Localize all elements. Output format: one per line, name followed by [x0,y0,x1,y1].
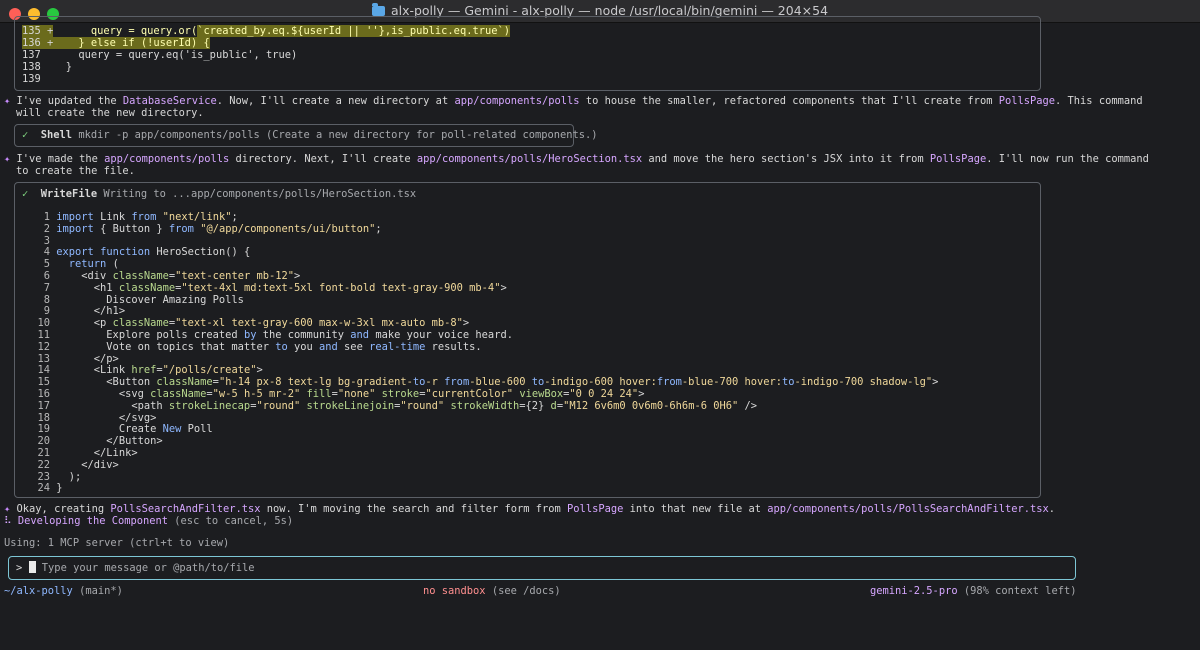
assistant-message-1: ✦ I've updated the DatabaseService. Now,… [4,95,1143,107]
line-number: 1 [43,211,50,223]
line-number: 2 [43,222,50,235]
line-number: 9 [43,305,50,318]
code-text: return ( [68,258,119,271]
spinner-icon: ⠧ [4,515,12,527]
line-number: 16 [37,388,50,400]
code-text: Explore polls created by the community a… [50,329,513,341]
code-line: 6 <div className="text-center mb-12"> [22,270,301,282]
diff-line-139: 139 [22,73,41,85]
footer-model: gemini-2.5-pro (98% context left) [870,585,1077,597]
code-text: <Link href="/polls/create"> [50,364,263,377]
code-line: 8 Discover Amazing Polls [22,294,244,306]
terminal-content[interactable]: 135 + query = query.or(`created_by.eq.${… [0,16,1200,650]
line-number: 15 [37,376,50,389]
line-number: 12 [37,340,50,353]
code-line: 23 ); [22,471,81,483]
code-text: </Link> [50,447,138,459]
code-text: </p> [50,352,119,365]
line-number: 22 [37,458,50,471]
code-line: 10 <p className="text-xl text-gray-600 m… [22,317,469,329]
code-text: Vote on topics that matter to you and se… [50,340,482,353]
code-text: <h1 className="text-4xl md:text-5xl font… [50,281,507,294]
line-number: 3 [43,234,50,247]
code-text: <path strokeLinecap="round" strokeLinejo… [50,399,758,412]
code-line: 12 Vote on topics that matter to you and… [22,340,482,353]
code-text: export function HeroSection() { [56,246,251,259]
code-line: 9 </h1> [22,305,125,317]
code-line: 14 <Link href="/polls/create"> [22,364,263,377]
line-number: 10 [37,317,50,330]
writefile-header: ✓ WriteFile Writing to ...app/components… [22,188,417,200]
code-line: 7 <h1 className="text-4xl md:text-5xl fo… [22,282,507,294]
code-line: 3 [22,235,56,247]
line-number: 11 [37,329,50,341]
code-text: <div className="text-center mb-12"> [50,270,301,282]
input-placeholder: Type your message or @path/to/file [41,562,255,574]
assistant-message-2: ✦ I've made the app/components/polls dir… [4,153,1149,165]
line-number: 17 [37,399,50,412]
code-line: 16 <svg className="w-5 h-5 mr-2" fill="n… [22,388,644,400]
footer-sandbox: no sandbox (see /docs) [423,585,561,597]
assistant-message-2-cont: to create the file. [16,165,135,177]
code-line: 22 </div> [22,458,119,471]
assistant-message-3: ✦ Okay, creating PollsSearchAndFilter.ts… [4,503,1056,515]
assistant-message-1-cont: will create the new directory. [16,107,204,119]
prompt-icon: > [16,562,23,574]
code-text: Create New Poll [50,423,213,436]
diff-line-136: 136 + } else if (!userId) { [22,37,210,49]
mcp-info: Using: 1 MCP server (ctrl+t to view) [4,537,230,549]
code-line: 5 return ( [22,258,119,270]
code-text: import Link from "next/link"; [56,211,238,223]
terminal-window: alx-polly — Gemini - alx-polly — node /u… [0,0,1200,650]
code-line: 20 </Button> [22,435,163,448]
diff-line-137: 137 query = query.eq('is_public', true) [22,49,298,61]
code-text: <Button className="h-14 px-8 text-lg bg-… [50,376,939,389]
line-number: 24 [37,482,50,495]
code-line: 19 Create New Poll [22,423,213,436]
code-text: } [50,482,63,495]
line-number: 8 [43,293,50,306]
code-text: <p className="text-xl text-gray-600 max-… [50,317,470,330]
check-icon: ✓ [22,188,29,200]
code-line: 24 } [22,482,63,495]
status-spinner: ⠧ Developing the Component (esc to cance… [4,515,294,527]
diff-line-138: 138 } [22,61,73,73]
check-icon: ✓ [22,129,29,141]
input-line[interactable]: > Type your message or @path/to/file [16,561,255,574]
line-number: 6 [43,270,50,282]
code-line: 1 import Link from "next/link"; [22,211,238,223]
code-text: </h1> [50,305,126,318]
code-text: </div> [50,458,119,471]
line-number: 21 [37,447,50,459]
footer-path: ~/alx-polly (main*) [4,585,123,597]
code-text: </svg> [50,411,157,424]
line-number: 18 [37,411,50,424]
code-text: <svg className="w-5 h-5 mr-2" fill="none… [50,388,645,400]
code-line: 2 import { Button } from "@/app/componen… [22,223,382,235]
diff-line-135: 135 + query = query.or(`created_by.eq.${… [22,25,510,37]
text-cursor [28,561,36,573]
code-text: Discover Amazing Polls [50,293,244,306]
line-number: 14 [37,364,50,377]
line-number: 7 [43,281,50,294]
line-number: 13 [37,352,50,365]
code-line: 4 export function HeroSection() { [22,246,250,258]
code-line: 13 </p> [22,352,119,365]
line-number: 4 [43,246,50,259]
code-line: 15 <Button className="h-14 px-8 text-lg … [22,376,938,388]
line-number: 20 [37,435,50,448]
code-text: </Button> [50,435,163,448]
code-line: 21 </Link> [22,447,138,459]
shell-tool-line: ✓ Shell mkdir -p app/components/polls (C… [22,129,598,141]
code-line: 11 Explore polls created by the communit… [22,329,513,341]
code-text: ); [50,470,82,483]
line-number: 5 [43,258,50,271]
code-line: 18 </svg> [22,412,156,424]
code-line: 17 <path strokeLinecap="round" strokeLin… [22,400,757,412]
line-number: 23 [37,470,50,483]
folder-icon [371,3,385,16]
code-text: import { Button } from "@/app/components… [56,222,382,235]
line-number: 19 [37,423,50,436]
